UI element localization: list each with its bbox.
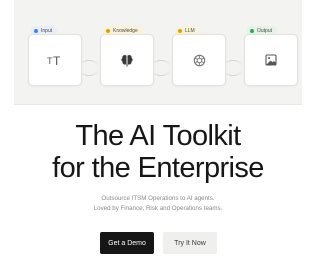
text-icon: T T <box>45 50 65 70</box>
hero-subtitle-line-2: Loved by Finance, Risk and Operations te… <box>93 205 223 212</box>
page: Input T T Knowledge LLM Output The AI To… <box>0 0 316 260</box>
node-input[interactable]: T T <box>28 34 82 86</box>
get-a-demo-button[interactable]: Get a Demo <box>100 232 154 254</box>
connector-1 <box>80 60 98 76</box>
image-icon <box>261 50 281 70</box>
hero-title-line-2: for the Enterprise <box>52 152 264 184</box>
openai-icon <box>189 50 209 70</box>
input-dot <box>34 29 38 33</box>
llm-dot <box>178 29 182 33</box>
node-knowledge[interactable] <box>100 34 154 86</box>
hero-subtitle-line-1: Outsource ITSM Operations to AI agents. <box>101 195 215 202</box>
node-output[interactable] <box>244 34 298 86</box>
knowledge-dot <box>106 29 110 33</box>
connector-3 <box>224 60 242 76</box>
connector-2 <box>152 60 170 76</box>
pipeline-diagram: Input T T Knowledge LLM Output <box>14 0 302 105</box>
brain-icon <box>117 50 137 70</box>
hero-title-line-1: The AI Toolkit <box>75 120 241 152</box>
svg-text:T: T <box>53 54 61 66</box>
output-dot <box>250 29 254 33</box>
node-llm[interactable] <box>172 34 226 86</box>
try-it-now-button[interactable]: Try It Now <box>163 232 217 254</box>
